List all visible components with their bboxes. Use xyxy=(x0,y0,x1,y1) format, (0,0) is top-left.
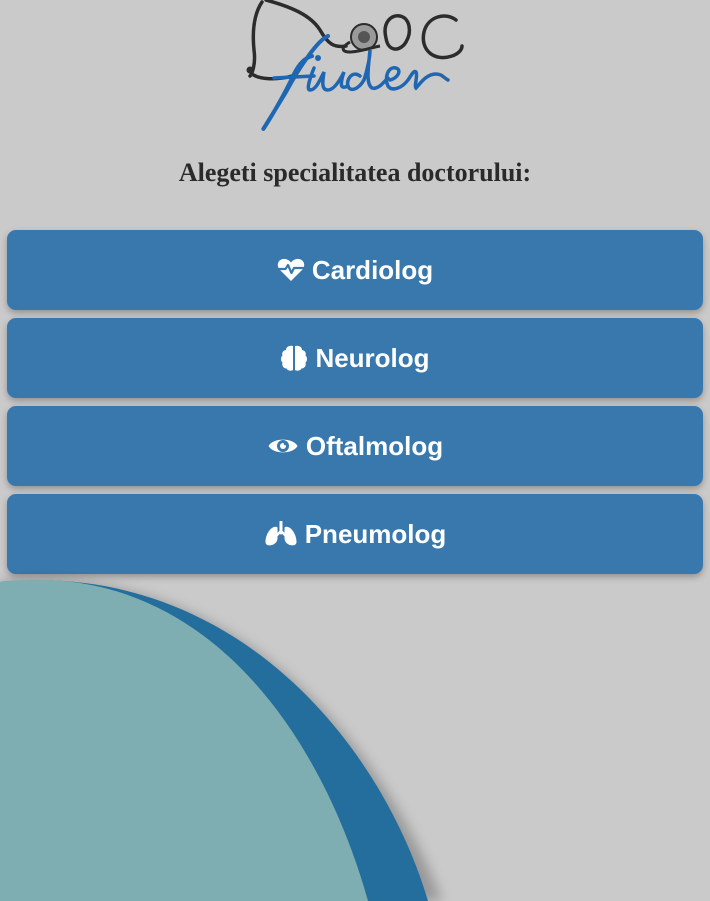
background-wave-decoration xyxy=(0,570,710,901)
lungs-icon xyxy=(264,519,298,549)
neurolog-label: Neurolog xyxy=(315,342,430,373)
specialty-list: Cardiolog Neurolog Oftalmolog Pneumolog xyxy=(7,230,703,582)
eye-icon xyxy=(267,431,299,461)
neurolog-button[interactable]: Neurolog xyxy=(7,318,703,398)
page-heading: Alegeti specialitatea doctorului: xyxy=(178,158,532,187)
heart-pulse-icon xyxy=(276,255,305,285)
oftalmolog-button[interactable]: Oftalmolog xyxy=(7,406,703,486)
oftalmolog-label: Oftalmolog xyxy=(305,430,444,461)
doc-finder-logo xyxy=(230,0,480,140)
brain-icon xyxy=(280,343,308,373)
pneumolog-label: Pneumolog xyxy=(304,518,447,549)
pneumolog-button[interactable]: Pneumolog xyxy=(7,494,703,574)
cardiolog-button[interactable]: Cardiolog xyxy=(7,230,703,310)
cardiolog-label: Cardiolog xyxy=(311,254,434,285)
